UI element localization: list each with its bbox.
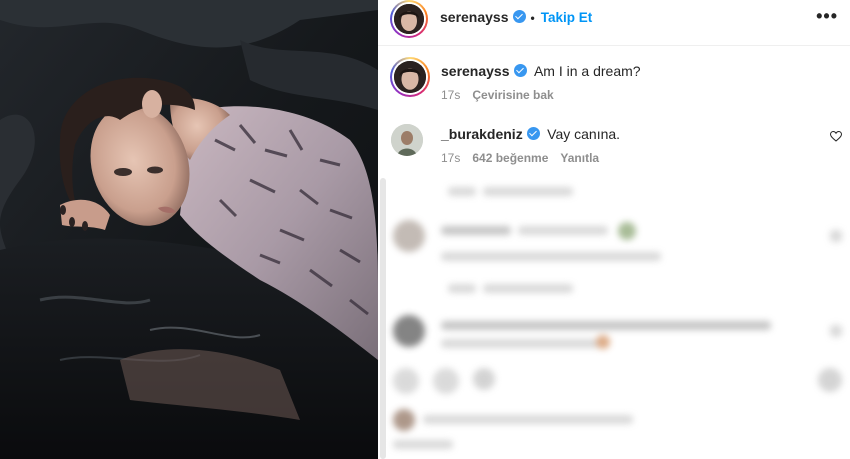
caption-text: Am I in a dream? bbox=[533, 63, 641, 79]
header-username[interactable]: serenayss bbox=[440, 9, 509, 25]
comment-likes[interactable]: 642 beğenme bbox=[472, 151, 548, 165]
header-user-line: serenayss • Takip Et bbox=[440, 9, 592, 25]
avatar-image bbox=[394, 4, 424, 34]
follow-button[interactable]: Takip Et bbox=[541, 10, 593, 25]
reply-button[interactable]: Yanıtla bbox=[560, 151, 599, 165]
caption-meta: 17s Çevirisine bak bbox=[441, 88, 741, 102]
comment-meta: 17s 642 beğenme Yanıtla bbox=[441, 151, 761, 165]
like-comment-heart-icon[interactable] bbox=[830, 131, 842, 142]
post-header: serenayss • Takip Et ••• bbox=[378, 0, 850, 46]
separator-dot: • bbox=[530, 11, 535, 25]
avatar-image bbox=[394, 61, 426, 93]
avatar-image bbox=[391, 124, 423, 156]
caption-time: 17s bbox=[441, 88, 461, 102]
more-options-icon[interactable]: ••• bbox=[816, 6, 838, 27]
verified-badge-icon bbox=[512, 10, 526, 23]
translate-link[interactable]: Çevirisine bak bbox=[472, 88, 553, 102]
verified-badge-icon bbox=[526, 127, 540, 140]
comment-username[interactable]: _burakdeniz bbox=[441, 126, 523, 142]
caption-avatar[interactable] bbox=[390, 57, 430, 97]
commenter-avatar[interactable] bbox=[391, 124, 423, 156]
post-photo[interactable] bbox=[0, 0, 378, 459]
post-image bbox=[0, 0, 378, 459]
comment-time: 17s bbox=[441, 151, 461, 165]
comment-text: Vay canına. bbox=[547, 126, 621, 142]
verified-badge-icon bbox=[513, 64, 527, 77]
caption-line: serenayss Am I in a dream? bbox=[441, 63, 841, 81]
blurred-comments-area bbox=[378, 172, 850, 459]
caption-username[interactable]: serenayss bbox=[441, 63, 510, 79]
post-side-panel: serenayss • Takip Et ••• serenayss Am I in… bbox=[378, 0, 850, 459]
comment-line: _burakdeniz Vay canına. bbox=[441, 126, 821, 144]
author-avatar[interactable] bbox=[390, 0, 428, 38]
